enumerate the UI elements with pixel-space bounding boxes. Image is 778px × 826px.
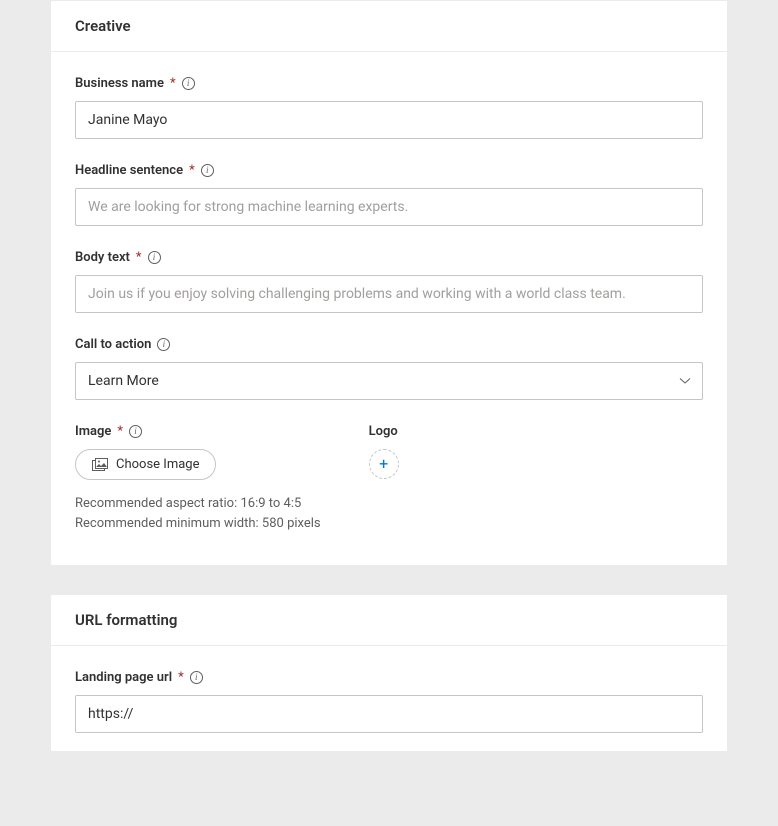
cta-label-row: Call to action i xyxy=(75,337,703,352)
choose-image-label: Choose Image xyxy=(116,457,199,472)
image-label-row: Image * i xyxy=(75,424,321,439)
body-text-label: Body text xyxy=(75,250,130,265)
image-helper-line1: Recommended aspect ratio: 16:9 to 4:5 xyxy=(75,494,321,514)
logo-label: Logo xyxy=(369,424,398,439)
required-asterisk: * xyxy=(136,250,142,265)
required-asterisk: * xyxy=(178,670,184,685)
body-text-field: Body text * i xyxy=(75,250,703,313)
creative-card: Creative Business name * i Headline sent… xyxy=(50,0,728,566)
info-icon[interactable]: i xyxy=(190,671,203,684)
plus-icon: + xyxy=(379,456,388,472)
image-icon xyxy=(92,458,108,472)
url-formatting-title: URL formatting xyxy=(75,611,177,629)
cta-select[interactable]: Learn More xyxy=(75,362,703,400)
business-name-label: Business name xyxy=(75,76,164,91)
info-icon[interactable]: i xyxy=(129,425,142,438)
landing-page-field: Landing page url * i xyxy=(75,670,703,733)
add-logo-button[interactable]: + xyxy=(369,449,399,479)
info-icon[interactable]: i xyxy=(148,251,161,264)
required-asterisk: * xyxy=(189,163,195,178)
business-name-field: Business name * i xyxy=(75,76,703,139)
required-asterisk: * xyxy=(170,76,176,91)
url-formatting-body: Landing page url * i xyxy=(51,646,727,751)
image-logo-row: Image * i Choose Image Recommended aspec… xyxy=(75,424,703,533)
creative-card-header: Creative xyxy=(51,1,727,52)
choose-image-button[interactable]: Choose Image xyxy=(75,449,216,480)
body-text-input[interactable] xyxy=(75,275,703,313)
image-col: Image * i Choose Image Recommended aspec… xyxy=(75,424,321,533)
landing-page-label-row: Landing page url * i xyxy=(75,670,703,685)
headline-label-row: Headline sentence * i xyxy=(75,163,703,178)
info-icon[interactable]: i xyxy=(201,164,214,177)
image-helper-line2: Recommended minimum width: 580 pixels xyxy=(75,514,321,534)
headline-label: Headline sentence xyxy=(75,163,183,178)
url-formatting-card: URL formatting Landing page url * i xyxy=(50,594,728,752)
creative-card-body: Business name * i Headline sentence * i … xyxy=(51,52,727,565)
landing-page-input[interactable] xyxy=(75,695,703,733)
info-icon[interactable]: i xyxy=(182,77,195,90)
cta-field: Call to action i Learn More xyxy=(75,337,703,400)
cta-select-wrapper: Learn More xyxy=(75,362,703,400)
headline-field: Headline sentence * i xyxy=(75,163,703,226)
business-name-input[interactable] xyxy=(75,101,703,139)
body-text-label-row: Body text * i xyxy=(75,250,703,265)
image-helper: Recommended aspect ratio: 16:9 to 4:5 Re… xyxy=(75,494,321,533)
creative-title: Creative xyxy=(75,17,131,35)
info-icon[interactable]: i xyxy=(157,338,170,351)
required-asterisk: * xyxy=(117,424,123,439)
logo-col: Logo + xyxy=(369,424,399,533)
landing-page-label: Landing page url xyxy=(75,670,172,685)
cta-label: Call to action xyxy=(75,337,151,352)
logo-label-row: Logo xyxy=(369,424,399,439)
url-formatting-header: URL formatting xyxy=(51,595,727,646)
image-label: Image xyxy=(75,424,111,439)
headline-input[interactable] xyxy=(75,188,703,226)
business-name-label-row: Business name * i xyxy=(75,76,703,91)
